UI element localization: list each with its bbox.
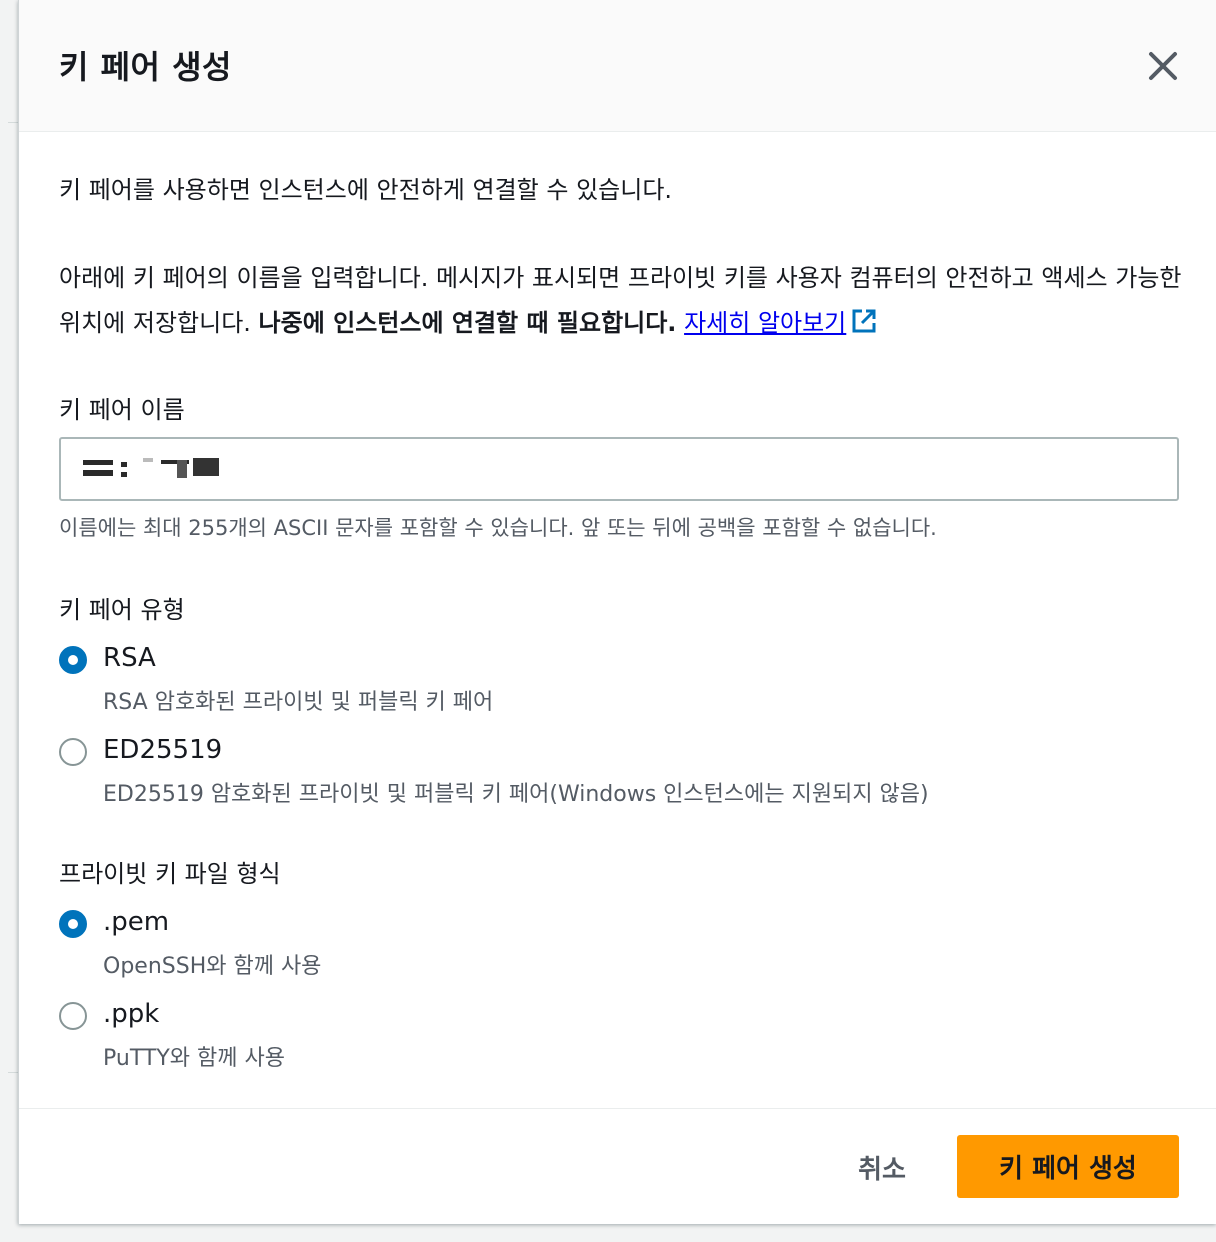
backdrop-divider	[8, 1072, 18, 1073]
backdrop-divider	[8, 122, 18, 123]
pem-label[interactable]: .pem	[103, 907, 169, 937]
footer-divider	[19, 1108, 1216, 1109]
instructions-text: 아래에 키 페어의 이름을 입력합니다. 메시지가 표시되면 프라이빗 키를 사…	[59, 256, 1189, 346]
pem-radio[interactable]	[59, 910, 87, 938]
learn-more-link[interactable]: 자세히 알아보기	[684, 309, 878, 337]
learn-more-label: 자세히 알아보기	[684, 309, 847, 337]
key-type-label: 키 페어 유형	[59, 596, 185, 624]
redacted-name-value	[81, 454, 221, 484]
rsa-label[interactable]: RSA	[103, 643, 156, 673]
rsa-radio[interactable]	[59, 646, 87, 674]
close-icon	[1149, 52, 1177, 80]
ppk-radio[interactable]	[59, 1002, 87, 1030]
cancel-button[interactable]: 취소	[827, 1136, 937, 1198]
ed25519-label[interactable]: ED25519	[103, 735, 222, 765]
name-constraint-hint: 이름에는 최대 255개의 ASCII 문자를 포함할 수 있습니다. 앞 또는…	[59, 516, 937, 540]
ppk-description: PuTTY와 함께 사용	[103, 1046, 285, 1071]
ppk-label[interactable]: .ppk	[103, 999, 159, 1029]
ed25519-radio[interactable]	[59, 738, 87, 766]
key-pair-name-label: 키 페어 이름	[59, 396, 185, 424]
create-key-pair-button[interactable]: 키 페어 생성	[957, 1135, 1179, 1198]
file-format-label: 프라이빗 키 파일 형식	[59, 860, 281, 888]
create-key-pair-dialog: 키 페어 생성 키 페어를 사용하면 인스턴스에 안전하게 연결할 수 있습니다…	[18, 0, 1216, 1224]
intro-text: 키 페어를 사용하면 인스턴스에 안전하게 연결할 수 있습니다.	[59, 176, 673, 204]
dialog-title: 키 페어 생성	[59, 48, 232, 86]
page-backdrop	[0, 0, 18, 1242]
close-button[interactable]	[1143, 46, 1183, 86]
instructions-bold: 나중에 인스턴스에 연결할 때 필요합니다.	[258, 309, 677, 337]
rsa-description: RSA 암호화된 프라이빗 및 퍼블릭 키 페어	[103, 690, 494, 715]
external-link-icon	[850, 305, 878, 333]
ed25519-description: ED25519 암호화된 프라이빗 및 퍼블릭 키 페어(Windows 인스턴…	[103, 782, 929, 807]
pem-description: OpenSSH와 함께 사용	[103, 954, 322, 979]
key-pair-name-input[interactable]	[59, 437, 1179, 501]
dialog-header: 키 페어 생성	[19, 0, 1216, 132]
